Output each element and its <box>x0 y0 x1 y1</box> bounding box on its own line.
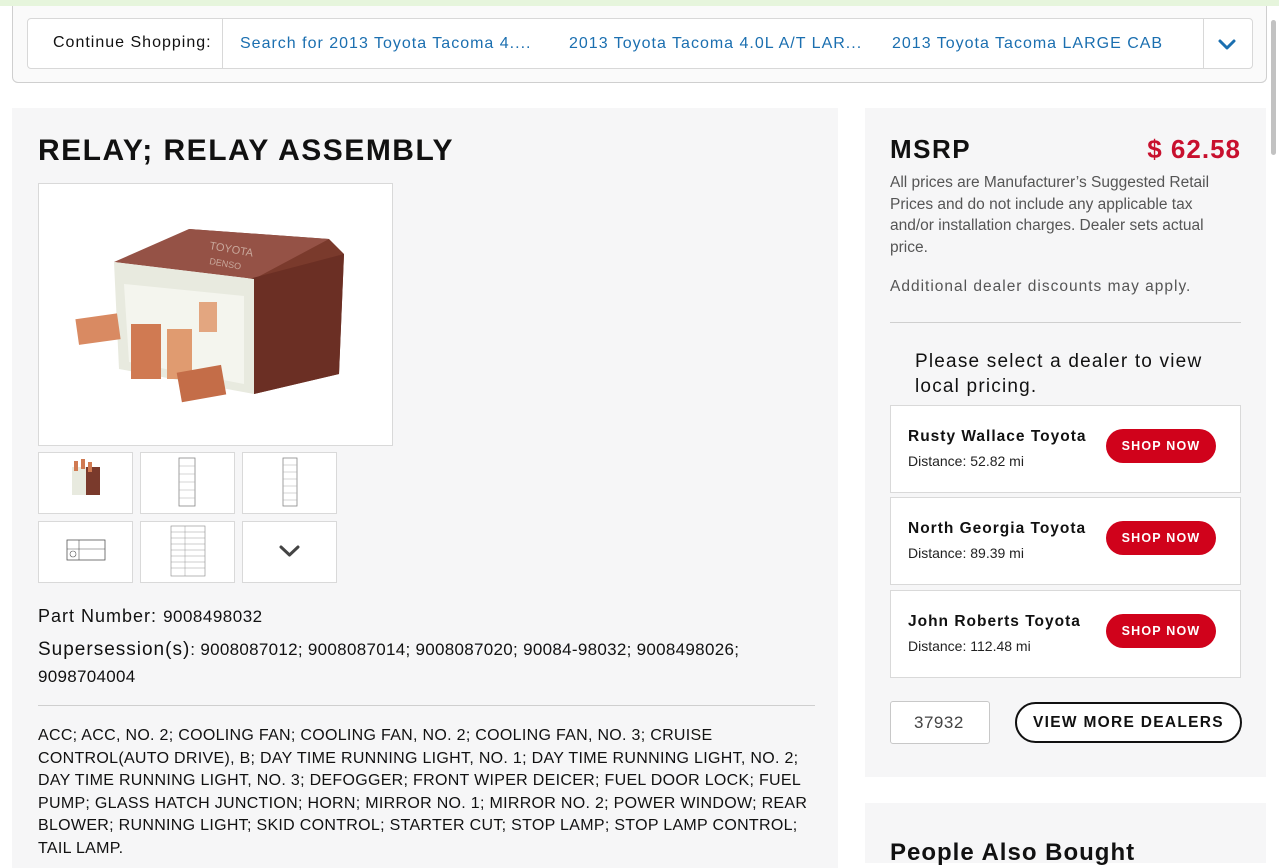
dealer-name: Rusty Wallace Toyota <box>908 428 1087 445</box>
chevron-down-icon <box>279 545 300 557</box>
more-thumbnails-button[interactable] <box>242 521 337 583</box>
dealer-name: North Georgia Toyota <box>908 520 1087 537</box>
part-number: Part Number: 9008498032 <box>38 606 263 627</box>
part-number-value: 9008498032 <box>163 607 263 626</box>
product-title: RELAY; RELAY ASSEMBLY <box>38 134 455 167</box>
dealer-card: North Georgia Toyota Distance: 89.39 mi … <box>890 497 1241 585</box>
divider <box>222 19 223 68</box>
thumbnail-diagram[interactable] <box>140 452 235 514</box>
msrp-disclaimer: All prices are Manufacturer’s Suggested … <box>890 174 1210 256</box>
continue-shopping-bar: Continue Shopping: Search for 2013 Toyot… <box>27 18 1253 69</box>
product-applications: ACC; ACC, NO. 2; COOLING FAN; COOLING FA… <box>38 727 808 857</box>
continue-shopping-container: Continue Shopping: Search for 2013 Toyot… <box>12 6 1267 83</box>
thumbnail-relay-photo[interactable] <box>38 452 133 514</box>
discount-note: Additional dealer discounts may apply. <box>890 278 1192 295</box>
dealer-distance: Distance: 52.82 mi <box>908 453 1024 469</box>
divider <box>38 705 815 706</box>
supersession-label: Supersession(s) <box>38 639 191 660</box>
continue-shopping-link-vehicle-cab[interactable]: 2013 Toyota Tacoma LARGE CAB <box>892 35 1192 53</box>
page-scrollbar[interactable] <box>1271 20 1276 155</box>
continue-shopping-label: Continue Shopping: <box>53 34 212 51</box>
thumbnail-pnc-table[interactable] <box>38 521 133 583</box>
divider <box>1203 19 1204 68</box>
product-main-image[interactable]: TOYOTA DENSO <box>38 183 393 446</box>
dealer-distance: Distance: 112.48 mi <box>908 638 1031 654</box>
dealer-prompt: Please select a dealer to view local pri… <box>915 351 1203 397</box>
msrp-price: $ 62.58 <box>1147 134 1241 164</box>
people-also-bought-title: People Also Bought <box>890 839 1136 866</box>
pricing-panel: MSRP $ 62.58 All prices are Manufacturer… <box>865 108 1266 777</box>
dealer-card: John Roberts Toyota Distance: 112.48 mi … <box>890 590 1241 678</box>
chevron-down-icon[interactable] <box>1216 33 1238 55</box>
dealer-card: Rusty Wallace Toyota Distance: 52.82 mi … <box>890 405 1241 493</box>
shop-now-button[interactable]: SHOP NOW <box>1106 429 1216 463</box>
part-number-label: Part Number: <box>38 606 158 626</box>
divider <box>890 322 1241 323</box>
people-also-bought-panel: People Also Bought <box>865 803 1266 866</box>
dealer-name: John Roberts Toyota <box>908 613 1081 630</box>
relay-photo-icon: TOYOTA DENSO <box>75 229 344 403</box>
continue-shopping-link-search[interactable]: Search for 2013 Toyota Tacoma 4.... <box>240 35 540 53</box>
msrp-label: MSRP <box>890 134 972 164</box>
zip-code-input[interactable]: 37932 <box>890 701 990 744</box>
shop-now-button[interactable]: SHOP NOW <box>1106 521 1216 555</box>
continue-shopping-link-vehicle-trim[interactable]: 2013 Toyota Tacoma 4.0L A/T LAR... <box>569 35 869 53</box>
supersessions: Supersession(s): 9008087012; 9008087014;… <box>38 636 808 690</box>
thumbnail-parts-list[interactable] <box>140 521 235 583</box>
product-panel: RELAY; RELAY ASSEMBLY TOYOTA DENSO Part … <box>12 108 838 868</box>
shop-now-button[interactable]: SHOP NOW <box>1106 614 1216 648</box>
thumbnail-diagram[interactable] <box>242 452 337 514</box>
view-more-dealers-button[interactable]: VIEW MORE DEALERS <box>1015 702 1242 743</box>
dealer-distance: Distance: 89.39 mi <box>908 545 1024 561</box>
